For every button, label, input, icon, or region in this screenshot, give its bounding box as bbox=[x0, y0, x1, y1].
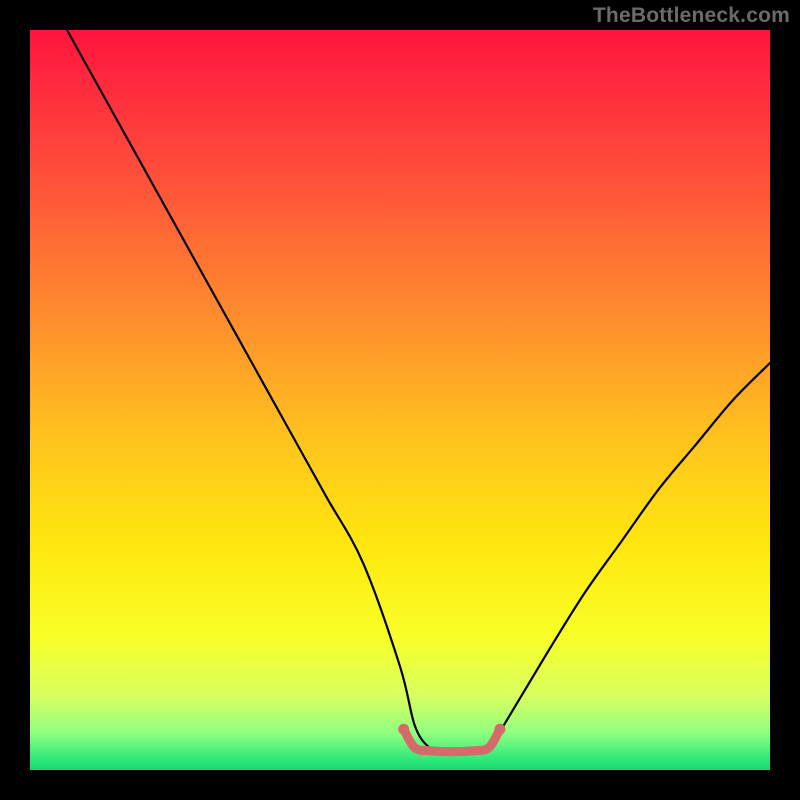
highlight-endpoint-left bbox=[398, 724, 409, 735]
curve-layer bbox=[30, 30, 770, 770]
plot-area bbox=[30, 30, 770, 770]
chart-frame: TheBottleneck.com bbox=[0, 0, 800, 800]
bottleneck-curve bbox=[67, 30, 770, 752]
highlight-endpoint-right bbox=[494, 724, 505, 735]
watermark-text: TheBottleneck.com bbox=[593, 4, 790, 28]
